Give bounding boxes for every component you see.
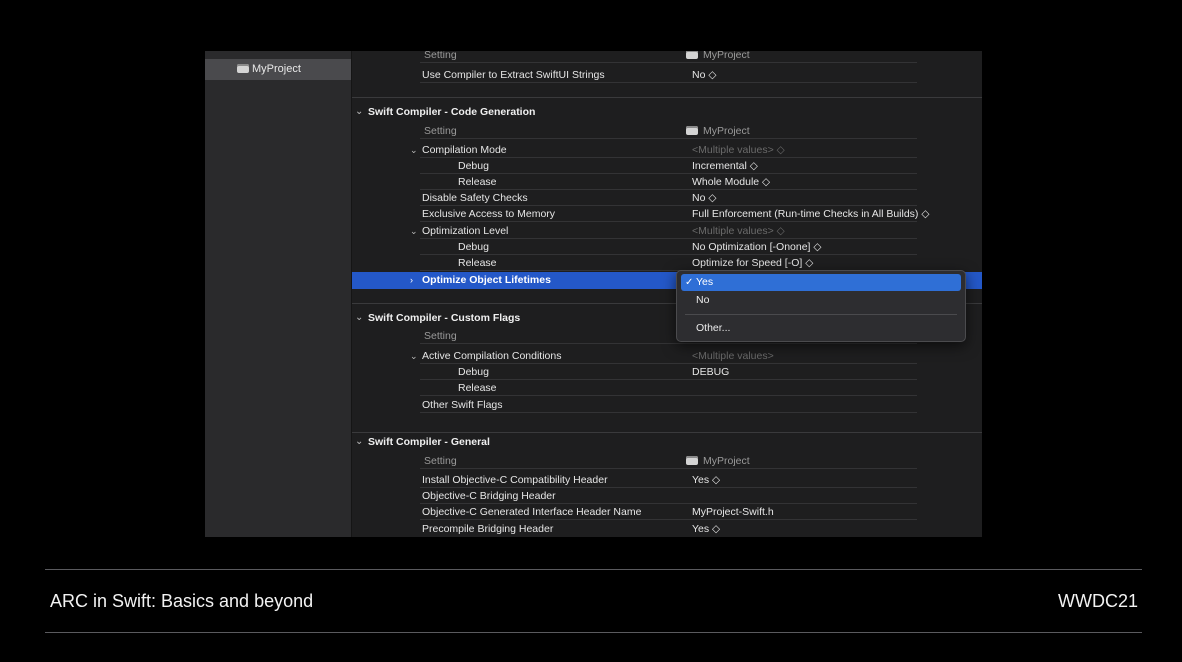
menu-item-label: Yes xyxy=(696,276,714,288)
setting-value[interactable]: Whole Module ◇ xyxy=(692,174,770,190)
setting-row-compilation-mode-release[interactable]: Release Whole Module ◇ xyxy=(352,174,982,190)
chevron-down-icon[interactable]: ⌄ xyxy=(410,142,418,158)
setting-name: Active Compilation Conditions xyxy=(422,350,562,362)
setting-value[interactable]: DEBUG xyxy=(692,364,729,380)
setting-value[interactable]: <Multiple values> xyxy=(692,348,774,364)
setting-value[interactable]: <Multiple values> ◇ xyxy=(692,223,785,239)
setting-value[interactable]: Full Enforcement (Run-time Checks in All… xyxy=(692,206,929,222)
setting-row-optimization-level-release[interactable]: Release Optimize for Speed [-O] ◇ xyxy=(352,255,982,271)
column-header: Setting MyProject xyxy=(352,51,982,63)
value-popup-menu: ✓ Yes No Other... xyxy=(676,270,966,342)
project-file-icon xyxy=(237,64,249,73)
setting-name: Release xyxy=(458,257,497,269)
setting-name: Release xyxy=(458,176,497,188)
setting-name: Install Objective-C Compatibility Header xyxy=(422,474,608,486)
menu-item-yes[interactable]: ✓ Yes xyxy=(681,274,961,291)
section-code-generation[interactable]: ⌄ Swift Compiler - Code Generation xyxy=(352,104,982,120)
menu-divider xyxy=(685,314,957,315)
setting-value[interactable]: Incremental ◇ xyxy=(692,158,758,174)
chevron-down-icon[interactable]: ⌄ xyxy=(355,104,363,120)
chevron-down-icon[interactable]: ⌄ xyxy=(355,434,363,450)
event-name: WWDC21 xyxy=(1058,591,1138,611)
setting-row-active-conditions-release[interactable]: Release xyxy=(352,380,982,396)
target-column-label: MyProject xyxy=(703,455,750,467)
setting-name: Debug xyxy=(458,366,489,378)
section-general[interactable]: ⌄ Swift Compiler - General xyxy=(352,434,982,450)
setting-row-active-compilation-conditions[interactable]: ⌄ Active Compilation Conditions <Multipl… xyxy=(352,348,982,364)
sidebar-item-label: MyProject xyxy=(252,63,301,75)
section-title: Swift Compiler - Code Generation xyxy=(368,106,536,118)
section-title: Swift Compiler - General xyxy=(368,436,490,448)
checkmark-icon: ✓ xyxy=(685,277,694,288)
sidebar-item-project[interactable]: MyProject xyxy=(205,59,351,80)
project-file-icon xyxy=(686,456,698,465)
setting-value[interactable]: MyProject-Swift.h xyxy=(692,504,774,520)
setting-name: Use Compiler to Extract SwiftUI Strings xyxy=(422,69,605,81)
setting-column-label: Setting xyxy=(424,125,457,137)
setting-column-label: Setting xyxy=(424,330,457,342)
column-header: Setting MyProject xyxy=(352,453,982,469)
setting-value[interactable]: No ◇ xyxy=(692,190,716,206)
setting-row-compilation-mode[interactable]: ⌄ Compilation Mode <Multiple values> ◇ xyxy=(352,142,982,158)
setting-row-other-swift-flags[interactable]: Other Swift Flags xyxy=(352,397,982,413)
project-navigator: MyProject xyxy=(205,51,352,537)
setting-name: Exclusive Access to Memory xyxy=(422,208,556,220)
setting-name: Other Swift Flags xyxy=(422,399,503,411)
setting-row-disable-safety[interactable]: Disable Safety Checks No ◇ xyxy=(352,190,982,206)
setting-row-objc-bridging-header[interactable]: Objective-C Bridging Header xyxy=(352,488,982,504)
menu-item-label: Other... xyxy=(696,322,731,334)
setting-name: Debug xyxy=(458,160,489,172)
session-title: ARC in Swift: Basics and beyond xyxy=(50,591,314,611)
chevron-down-icon[interactable]: ⌄ xyxy=(410,348,418,364)
setting-name: Optimize Object Lifetimes xyxy=(422,274,551,286)
setting-row-interface-header-name[interactable]: Objective-C Generated Interface Header N… xyxy=(352,504,982,520)
setting-name: Precompile Bridging Header xyxy=(422,523,554,535)
setting-column-label: Setting xyxy=(424,455,457,467)
chevron-down-icon[interactable]: ⌄ xyxy=(410,223,418,239)
project-file-icon xyxy=(686,51,698,59)
setting-row-optimization-level-debug[interactable]: Debug No Optimization [-Onone] ◇ xyxy=(352,239,982,255)
setting-name: Objective-C Generated Interface Header N… xyxy=(422,506,642,518)
setting-name: Compilation Mode xyxy=(422,144,507,156)
setting-row-precompile-bridging-header[interactable]: Precompile Bridging Header Yes ◇ xyxy=(352,521,982,537)
setting-row-exclusive-access[interactable]: Exclusive Access to Memory Full Enforcem… xyxy=(352,206,982,222)
section-title: Swift Compiler - Custom Flags xyxy=(368,312,521,324)
target-column-label: MyProject xyxy=(703,125,750,137)
setting-name: Objective-C Bridging Header xyxy=(422,490,556,502)
column-header: Setting MyProject xyxy=(352,123,982,139)
project-file-icon xyxy=(686,126,698,135)
menu-item-other[interactable]: Other... xyxy=(681,320,961,337)
setting-row-install-objc-header[interactable]: Install Objective-C Compatibility Header… xyxy=(352,472,982,488)
setting-value[interactable]: Yes ◇ xyxy=(692,521,720,537)
setting-name: Optimization Level xyxy=(422,225,509,237)
footer-divider-top xyxy=(45,569,1142,570)
setting-value[interactable]: <Multiple values> ◇ xyxy=(692,142,785,158)
menu-item-no[interactable]: No xyxy=(681,292,961,309)
setting-value[interactable]: No Optimization [-Onone] ◇ xyxy=(692,239,821,255)
setting-row-optimization-level[interactable]: ⌄ Optimization Level <Multiple values> ◇ xyxy=(352,223,982,239)
setting-value[interactable]: Yes ◇ xyxy=(692,472,720,488)
setting-value[interactable]: No ◇ xyxy=(692,67,716,83)
setting-name: Debug xyxy=(458,241,489,253)
setting-value[interactable]: Optimize for Speed [-O] ◇ xyxy=(692,255,813,271)
footer-divider-bottom xyxy=(45,632,1142,633)
setting-name: Release xyxy=(458,382,497,394)
setting-row-compilation-mode-debug[interactable]: Debug Incremental ◇ xyxy=(352,158,982,174)
setting-row[interactable]: Use Compiler to Extract SwiftUI Strings … xyxy=(352,67,982,83)
menu-item-label: No xyxy=(696,294,710,306)
chevron-right-icon[interactable]: › xyxy=(410,272,413,288)
chevron-down-icon[interactable]: ⌄ xyxy=(355,310,363,326)
setting-name: Disable Safety Checks xyxy=(422,192,528,204)
setting-row-active-conditions-debug[interactable]: Debug DEBUG xyxy=(352,364,982,380)
